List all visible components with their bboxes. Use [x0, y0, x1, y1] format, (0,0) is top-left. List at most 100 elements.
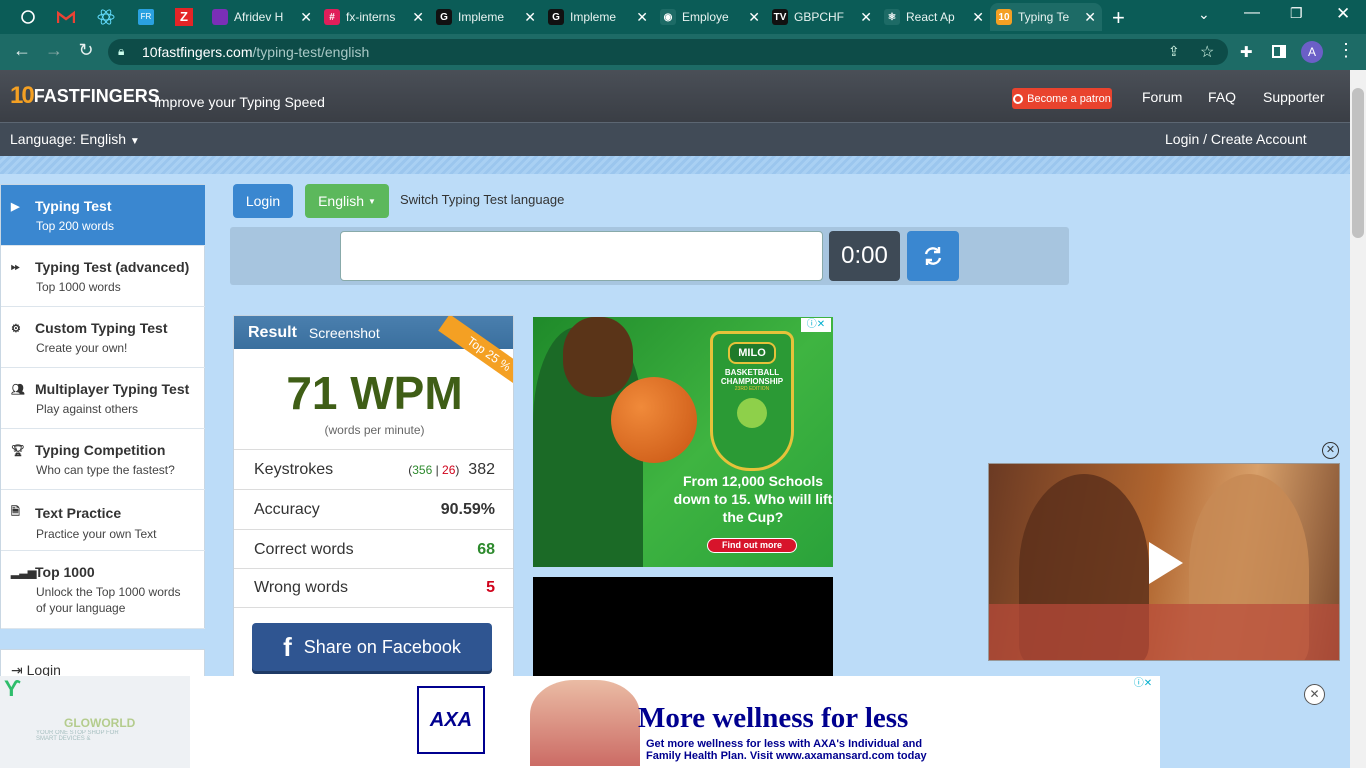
fr-icon: FR	[138, 9, 154, 25]
browser-tab[interactable]: # fx-interns ✕	[318, 3, 430, 31]
milo-edition: 23RD EDITION	[734, 386, 770, 392]
sidebar-item[interactable]: ▂▃▅ Top 1000 Unlock the Top 1000 words of y…	[1, 551, 205, 629]
black-ad-slot	[533, 577, 833, 677]
share-icon[interactable]: ⇪	[1168, 43, 1180, 60]
sidebar-item-subtitle: Play against others	[36, 402, 139, 416]
language-select-label: English	[318, 193, 364, 209]
tab-close-icon[interactable]: ✕	[524, 9, 536, 26]
reload-page-button[interactable]: ↻	[74, 40, 98, 61]
accuracy-value: 90.59%	[440, 500, 495, 518]
keystrokes-label: Keystrokes	[254, 460, 334, 478]
browser-tab[interactable]: ⚛ React Ap ✕	[878, 3, 990, 31]
side-panel-icon[interactable]	[1272, 45, 1286, 58]
nav-forum[interactable]: Forum	[1142, 89, 1182, 105]
restore-button[interactable]: ❐	[1290, 5, 1303, 22]
video-blanket	[989, 604, 1339, 660]
site-logo[interactable]: 10 FASTFINGERS	[10, 76, 160, 116]
sidebar-item-subtitle: Top 1000 words	[36, 280, 121, 294]
sidebar-item[interactable]: ⚙ Custom Typing Test Create your own!	[1, 307, 205, 368]
tab-title: React Ap	[906, 10, 955, 24]
nav-faq[interactable]: FAQ	[1208, 89, 1236, 105]
close-window-button[interactable]: ✕	[1336, 4, 1350, 24]
browser-tab[interactable]: ◉ Employe ✕	[654, 3, 766, 31]
sidebar-item[interactable]: 🗎 Text Practice Practice your own Text	[1, 490, 205, 551]
address-bar[interactable]: 10fastfingers.com/typing-test/english	[108, 39, 1228, 65]
browser-tab[interactable]: 10 Typing Te ✕	[990, 3, 1102, 31]
pinned-tab-zoho[interactable]: Z	[172, 5, 196, 29]
tab-search-icon[interactable]: ⌄	[1198, 6, 1210, 23]
correct-words-value: 68	[477, 540, 495, 558]
axa-copy-line2: Family Health Plan. Visit www.axamansard…	[646, 750, 927, 762]
language-label: Language: English	[10, 131, 126, 147]
document-icon: 🗎	[11, 506, 20, 518]
share-facebook-label: Share on Facebook	[303, 636, 461, 657]
sidebar-item[interactable]: 👥︎ Multiplayer Typing Test Play against ot…	[1, 368, 205, 429]
play-button-icon[interactable]	[1145, 540, 1185, 586]
tab-close-icon[interactable]: ✕	[636, 9, 648, 26]
video-close-icon[interactable]: ✕	[1322, 442, 1339, 459]
fast-forward-icon: ⏩︎	[11, 260, 20, 273]
sidebar-item-title: Typing Test	[35, 198, 112, 214]
bottom-ad-close-icon[interactable]: ✕	[1304, 684, 1325, 705]
tab-close-icon[interactable]: ✕	[748, 9, 760, 26]
browser-tab[interactable]: Afridev H ✕	[206, 3, 318, 31]
lock-icon[interactable]: 🔒︎	[118, 44, 124, 59]
sidebar-item-subtitle: Practice your own Text	[36, 527, 157, 541]
milo-brand: MILO	[728, 342, 776, 364]
language-select-button[interactable]: English ▼	[305, 184, 389, 218]
facebook-icon: f	[283, 631, 292, 662]
extensions-icon[interactable]: ✚	[1240, 43, 1253, 61]
login-button[interactable]: Login	[233, 184, 293, 218]
restart-button[interactable]	[907, 231, 959, 281]
share-facebook-button[interactable]: f Share on Facebook	[252, 623, 492, 671]
axa-ad[interactable]: AXA More wellness for less Get more well…	[190, 676, 1160, 768]
play-icon: ▶	[11, 200, 20, 213]
url-path: /typing-test/english	[252, 44, 370, 60]
axa-headline: More wellness for less	[638, 702, 909, 734]
language-dropdown[interactable]: Language: English ▼	[10, 131, 140, 147]
browser-tab[interactable]: G Impleme ✕	[542, 3, 654, 31]
sidebar-item-title: Multiplayer Typing Test	[35, 381, 190, 397]
tab-close-icon[interactable]: ✕	[412, 9, 424, 26]
keystrokes-total: 382	[468, 460, 495, 478]
milo-cta-button[interactable]: Find out more	[707, 538, 797, 553]
tab-close-icon[interactable]: ✕	[300, 9, 312, 26]
sidebar-menu: ▶ Typing Test Top 200 words ⏩︎ Typing Test (…	[0, 184, 205, 629]
ad-choices-icon[interactable]: ⓘ✕	[1128, 677, 1158, 691]
left-bottom-ad[interactable]: ϒ GLOWORLD YOUR ONE STOP SHOP FOR SMART …	[0, 676, 190, 768]
pinned-tab-chatgpt[interactable]	[16, 5, 40, 29]
pinned-tab-fr[interactable]: FR	[134, 5, 158, 29]
sidebar-item[interactable]: ⏩︎ Typing Test (advanced) Top 1000 words	[1, 246, 205, 307]
sidebar-login[interactable]: ⇥ Login	[0, 649, 205, 679]
pinned-tab-gmail[interactable]	[54, 5, 78, 29]
bookmark-star-icon[interactable]: ☆	[1200, 42, 1214, 62]
react-icon	[97, 9, 115, 25]
profile-avatar[interactable]: A	[1301, 41, 1323, 63]
nav-supporter[interactable]: Supporter	[1263, 89, 1324, 105]
pinned-tab-react[interactable]	[94, 5, 118, 29]
back-button[interactable]: ←	[10, 40, 34, 61]
sidebar-item[interactable]: ▶ Typing Test Top 200 words	[1, 185, 205, 246]
browser-tab[interactable]: G Impleme ✕	[430, 3, 542, 31]
typing-input[interactable]	[340, 231, 823, 281]
minimize-button[interactable]: —	[1244, 4, 1260, 22]
trophy-ball-icon	[737, 398, 767, 428]
new-tab-button[interactable]: +	[1112, 5, 1125, 31]
browser-tab[interactable]: TV GBPCHF ✕	[766, 3, 878, 31]
tab-close-icon[interactable]: ✕	[972, 9, 984, 26]
ad-choices-icon[interactable]: ⓘ✕	[801, 318, 831, 332]
sidebar-item[interactable]: 🏆︎ Typing Competition Who can type the fas…	[1, 429, 205, 490]
tab-close-icon[interactable]: ✕	[1084, 9, 1096, 26]
forward-button[interactable]: →	[42, 40, 66, 61]
menu-kebab-icon[interactable]: ⋮	[1337, 40, 1355, 61]
video-ad-player[interactable]	[988, 463, 1340, 661]
tab-title: fx-interns	[346, 10, 396, 24]
scrollbar-thumb[interactable]	[1352, 88, 1364, 238]
wrong-words-row: Wrong words 5	[234, 568, 513, 608]
milo-ad[interactable]: MILO BASKETBALL CHAMPIONSHIP 23RD EDITIO…	[533, 317, 833, 567]
screenshot-link[interactable]: Screenshot	[309, 325, 380, 341]
login-create-account-link[interactable]: Login / Create Account	[1165, 131, 1307, 147]
become-patron-button[interactable]: Become a patron	[1012, 88, 1112, 109]
tab-close-icon[interactable]: ✕	[860, 9, 872, 26]
tab-title: GBPCHF	[794, 10, 845, 24]
